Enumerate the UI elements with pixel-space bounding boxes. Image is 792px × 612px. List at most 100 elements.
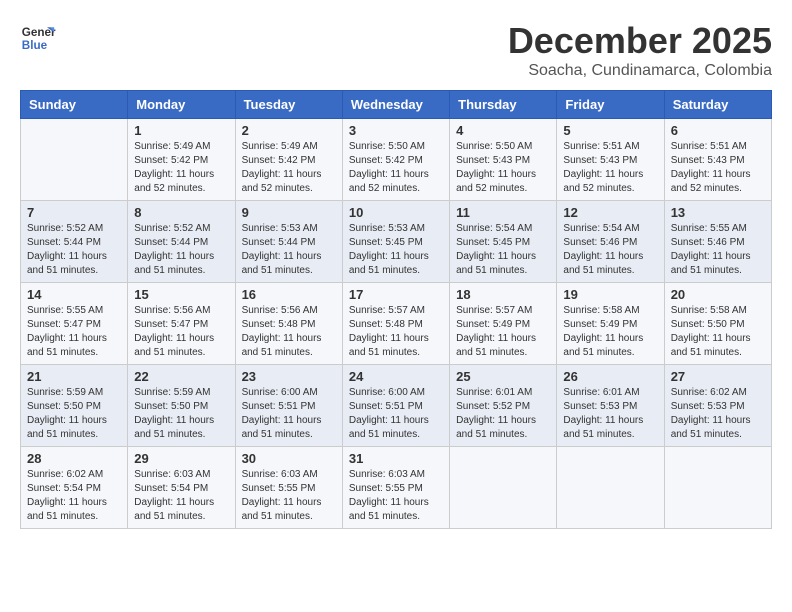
days-row: SundayMondayTuesdayWednesdayThursdayFrid… [21,91,772,119]
day-number: 17 [349,287,443,302]
calendar-cell: 10 Sunrise: 5:53 AMSunset: 5:45 PMDayligh… [342,201,449,283]
day-info: Sunrise: 5:54 AMSunset: 5:45 PMDaylight:… [456,222,550,278]
week-row: 28Sunrise: 6:02 AMSunset: 5:54 PMDayligh… [21,447,772,529]
day-number: 12 [563,205,657,220]
week-row: 7 Sunrise: 5:52 AMSunset: 5:44 PMDaylight… [21,201,772,283]
day-number: 9 [242,205,336,220]
day-info: Sunrise: 5:59 AMSunset: 5:50 PMDaylight:… [134,386,228,442]
day-info: Sunrise: 5:53 AMSunset: 5:45 PMDaylight:… [349,222,443,278]
day-info: Sunrise: 5:59 AMSunset: 5:50 PMDaylight:… [27,386,121,442]
day-info: Sunrise: 5:49 AMSunset: 5:42 PMDaylight:… [242,140,336,196]
day-info: Sunrise: 6:01 AMSunset: 5:52 PMDaylight:… [456,386,550,442]
calendar-cell: 1Sunrise: 5:49 AMSunset: 5:42 PMDaylight… [128,119,235,201]
calendar-cell [450,447,557,529]
day-number: 5 [563,123,657,138]
calendar-cell: 23 Sunrise: 6:00 AMSunset: 5:51 PMDayligh… [235,365,342,447]
day-number: 1 [134,123,228,138]
month-title: December 2025 [508,20,772,62]
day-info: Sunrise: 5:57 AMSunset: 5:48 PMDaylight:… [349,304,443,360]
day-number: 23 [242,369,336,384]
day-info: Sunrise: 6:02 AMSunset: 5:53 PMDaylight:… [671,386,765,442]
logo-icon: General Blue [20,20,56,56]
day-number: 6 [671,123,765,138]
svg-text:Blue: Blue [22,39,48,52]
calendar-table: SundayMondayTuesdayWednesdayThursdayFrid… [20,90,772,529]
day-info: Sunrise: 5:56 AMSunset: 5:48 PMDaylight:… [242,304,336,360]
calendar-cell [557,447,664,529]
calendar-cell: 6 Sunrise: 5:51 AMSunset: 5:43 PMDaylight… [664,119,771,201]
calendar-cell: 22 Sunrise: 5:59 AMSunset: 5:50 PMDayligh… [128,365,235,447]
day-info: Sunrise: 6:03 AMSunset: 5:55 PMDaylight:… [242,468,336,524]
day-info: Sunrise: 6:03 AMSunset: 5:55 PMDaylight:… [349,468,443,524]
calendar-cell: 18 Sunrise: 5:57 AMSunset: 5:49 PMDayligh… [450,283,557,365]
calendar-cell: 24Sunrise: 6:00 AMSunset: 5:51 PMDayligh… [342,365,449,447]
day-number: 24 [349,369,443,384]
calendar-cell: 28Sunrise: 6:02 AMSunset: 5:54 PMDayligh… [21,447,128,529]
day-number: 29 [134,451,228,466]
day-info: Sunrise: 5:51 AMSunset: 5:43 PMDaylight:… [671,140,765,196]
day-info: Sunrise: 5:52 AMSunset: 5:44 PMDaylight:… [27,222,121,278]
calendar-cell: 3 Sunrise: 5:50 AMSunset: 5:42 PMDaylight… [342,119,449,201]
day-number: 13 [671,205,765,220]
day-number: 26 [563,369,657,384]
calendar-cell: 15 Sunrise: 5:56 AMSunset: 5:47 PMDayligh… [128,283,235,365]
day-number: 2 [242,123,336,138]
day-info: Sunrise: 6:00 AMSunset: 5:51 PMDaylight:… [242,386,336,442]
calendar-cell: 25 Sunrise: 6:01 AMSunset: 5:52 PMDayligh… [450,365,557,447]
day-of-week-saturday: Saturday [664,91,771,119]
day-info: Sunrise: 5:50 AMSunset: 5:43 PMDaylight:… [456,140,550,196]
location-title: Soacha, Cundinamarca, Colombia [508,62,772,80]
day-number: 21 [27,369,121,384]
calendar-cell: 19Sunrise: 5:58 AMSunset: 5:49 PMDayligh… [557,283,664,365]
calendar-cell: 4 Sunrise: 5:50 AMSunset: 5:43 PMDaylight… [450,119,557,201]
day-number: 10 [349,205,443,220]
day-of-week-friday: Friday [557,91,664,119]
week-row: 14 Sunrise: 5:55 AMSunset: 5:47 PMDayligh… [21,283,772,365]
day-number: 27 [671,369,765,384]
day-number: 31 [349,451,443,466]
calendar-cell: 9 Sunrise: 5:53 AMSunset: 5:44 PMDaylight… [235,201,342,283]
day-of-week-wednesday: Wednesday [342,91,449,119]
day-number: 25 [456,369,550,384]
calendar-cell: 2 Sunrise: 5:49 AMSunset: 5:42 PMDaylight… [235,119,342,201]
day-of-week-monday: Monday [128,91,235,119]
calendar-body: 1 Sunrise: 5:49 AMSunset: 5:42 PMDaylight… [21,119,772,529]
title-area: December 2025 Soacha, Cundinamarca, Colo… [508,20,772,80]
calendar-header: SundayMondayTuesdayWednesdayThursdayFrid… [21,91,772,119]
day-info: Sunrise: 5:55 AMSunset: 5:46 PMDaylight:… [671,222,765,278]
day-number: 4 [456,123,550,138]
day-number: 20 [671,287,765,302]
day-number: 8 [134,205,228,220]
calendar-cell: 31 Sunrise: 6:03 AMSunset: 5:55 PMDayligh… [342,447,449,529]
day-info: Sunrise: 5:55 AMSunset: 5:47 PMDaylight:… [27,304,121,360]
header: General Blue December 2025 Soacha, Cundi… [20,20,772,80]
day-info: Sunrise: 5:56 AMSunset: 5:47 PMDaylight:… [134,304,228,360]
day-number: 7 [27,205,121,220]
day-info: Sunrise: 5:52 AMSunset: 5:44 PMDaylight:… [134,222,228,278]
calendar-cell: 30Sunrise: 6:03 AMSunset: 5:55 PMDayligh… [235,447,342,529]
day-of-week-sunday: Sunday [21,91,128,119]
day-number: 19 [563,287,657,302]
day-info: Sunrise: 5:57 AMSunset: 5:49 PMDaylight:… [456,304,550,360]
day-info: Sunrise: 5:50 AMSunset: 5:42 PMDaylight:… [349,140,443,196]
calendar-cell: 12 Sunrise: 5:54 AMSunset: 5:46 PMDayligh… [557,201,664,283]
day-info: Sunrise: 5:53 AMSunset: 5:44 PMDaylight:… [242,222,336,278]
calendar-cell: 13 Sunrise: 5:55 AMSunset: 5:46 PMDayligh… [664,201,771,283]
day-number: 22 [134,369,228,384]
day-number: 11 [456,205,550,220]
calendar-cell: 27 Sunrise: 6:02 AMSunset: 5:53 PMDayligh… [664,365,771,447]
day-info: Sunrise: 5:58 AMSunset: 5:50 PMDaylight:… [671,304,765,360]
calendar-cell: 14 Sunrise: 5:55 AMSunset: 5:47 PMDayligh… [21,283,128,365]
day-info: Sunrise: 5:54 AMSunset: 5:46 PMDaylight:… [563,222,657,278]
calendar-cell [664,447,771,529]
day-of-week-tuesday: Tuesday [235,91,342,119]
day-number: 3 [349,123,443,138]
day-of-week-thursday: Thursday [450,91,557,119]
calendar-cell: 16Sunrise: 5:56 AMSunset: 5:48 PMDayligh… [235,283,342,365]
week-row: 21 Sunrise: 5:59 AMSunset: 5:50 PMDayligh… [21,365,772,447]
day-number: 14 [27,287,121,302]
day-number: 18 [456,287,550,302]
day-number: 15 [134,287,228,302]
day-info: Sunrise: 6:03 AMSunset: 5:54 PMDaylight:… [134,468,228,524]
day-info: Sunrise: 5:51 AMSunset: 5:43 PMDaylight:… [563,140,657,196]
